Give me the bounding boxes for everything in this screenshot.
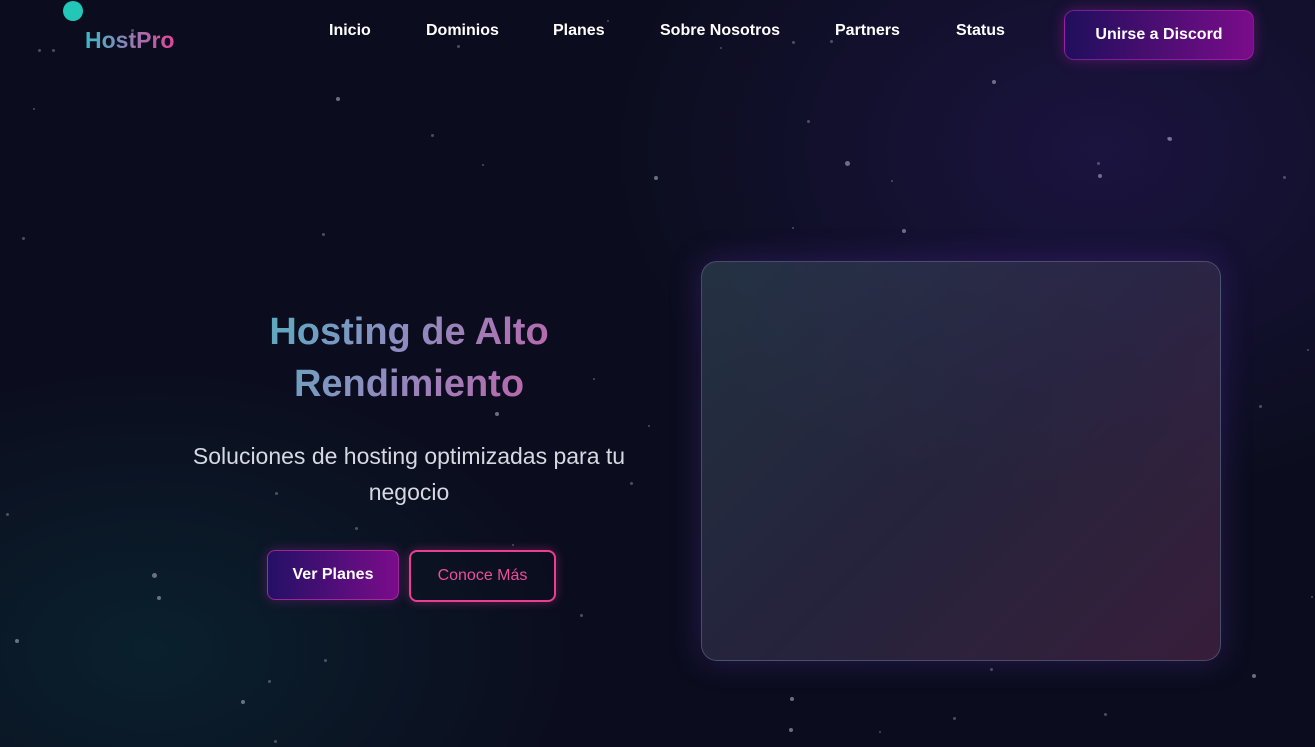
star-dot — [431, 134, 434, 137]
brand-logo[interactable]: HostPro — [85, 27, 174, 54]
hero-title-line1: Hosting de Alto — [269, 311, 549, 353]
nav-link-inicio[interactable]: Inicio — [329, 22, 371, 40]
learn-more-button[interactable]: Conoce Más — [409, 550, 556, 602]
star-dot — [891, 180, 893, 182]
hero-actions: Ver Planes Conoce Más — [150, 550, 668, 602]
star-dot — [845, 161, 850, 166]
join-discord-button[interactable]: Unirse a Discord — [1064, 10, 1254, 60]
star-dot — [1098, 174, 1102, 178]
star-dot — [274, 740, 277, 743]
star-dot — [1259, 405, 1262, 408]
hero-title: Hosting de Alto Rendimiento — [150, 306, 668, 410]
star-dot — [580, 614, 583, 617]
star-dot — [654, 176, 658, 180]
star-dot — [6, 513, 9, 516]
star-dot — [792, 227, 794, 229]
nav-link-planes[interactable]: Planes — [553, 22, 605, 40]
star-dot — [1252, 674, 1256, 678]
star-dot — [1307, 349, 1309, 351]
star-dot — [268, 680, 271, 683]
star-dot — [241, 700, 245, 704]
star-dot — [953, 717, 956, 720]
star-dot — [992, 80, 996, 84]
hero-subtitle: Soluciones de hosting optimizadas para t… — [192, 443, 626, 505]
star-dot — [990, 668, 993, 671]
site-header: HostPro Inicio Dominios Planes Sobre Nos… — [0, 0, 1315, 70]
star-dot — [482, 164, 484, 166]
star-dot — [879, 731, 881, 733]
star-dot — [1104, 713, 1107, 716]
nav-link-status[interactable]: Status — [956, 22, 1005, 40]
view-plans-button[interactable]: Ver Planes — [267, 550, 399, 600]
star-dot — [1311, 596, 1313, 598]
star-dot — [33, 108, 35, 110]
nav-link-partners[interactable]: Partners — [835, 22, 900, 40]
nav-link-dominios[interactable]: Dominios — [426, 22, 499, 40]
hero-glass-card — [701, 261, 1221, 661]
star-dot — [322, 233, 325, 236]
star-dot — [324, 659, 327, 662]
hero-section: Hosting de Alto Rendimiento Soluciones d… — [150, 306, 668, 602]
hero-title-line2: Rendimiento — [293, 363, 525, 405]
star-dot — [1167, 137, 1170, 140]
star-dot — [15, 639, 19, 643]
star-dot — [1283, 176, 1286, 179]
star-dot — [336, 97, 340, 101]
nav-link-sobre-nosotros[interactable]: Sobre Nosotros — [660, 22, 780, 40]
star-dot — [902, 229, 906, 233]
logo-dot-icon — [63, 1, 83, 21]
star-dot — [807, 120, 810, 123]
star-dot — [789, 728, 793, 732]
star-dot — [22, 237, 25, 240]
star-dot — [1168, 137, 1172, 141]
star-dot — [790, 697, 794, 701]
star-dot — [1097, 162, 1100, 165]
